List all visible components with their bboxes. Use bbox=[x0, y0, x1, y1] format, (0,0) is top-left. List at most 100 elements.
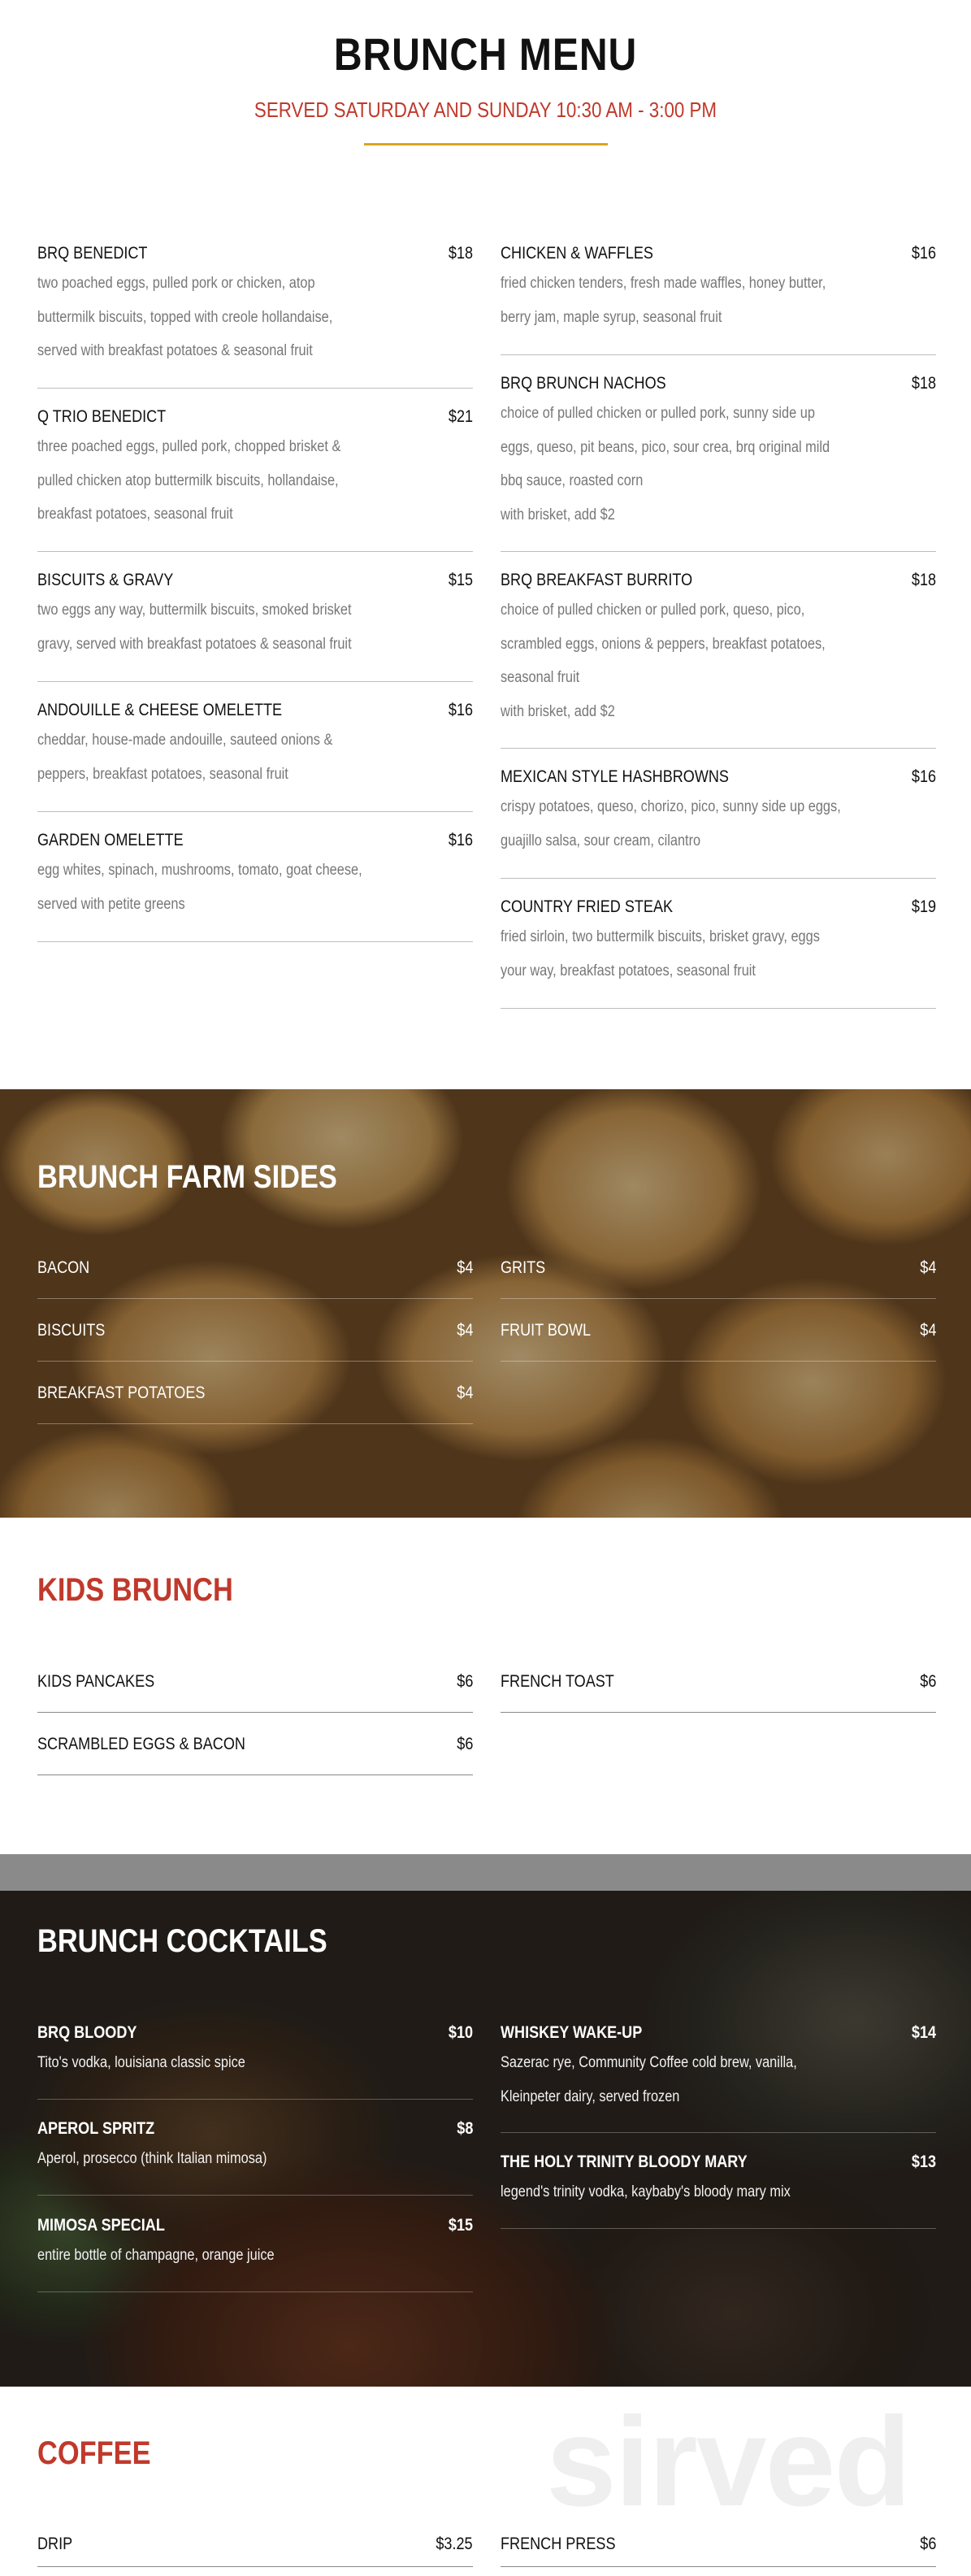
cocktails-section: BRUNCH COCKTAILS BRQ BLOODY $10 Tito's vo… bbox=[0, 1891, 971, 2387]
watermark-logo: sirved bbox=[546, 2391, 912, 2533]
menu-item: BRQ BRUNCH NACHOS $18 choice of pulled ch… bbox=[501, 374, 936, 552]
menu-item: CHICKEN & WAFFLES $16 fried chicken tende… bbox=[501, 244, 936, 355]
coffee-item-name: FRENCH PRESS bbox=[501, 2535, 616, 2553]
menu-item-name: Q TRIO BENEDICT bbox=[37, 407, 167, 426]
cocktail-description: Tito's vodka, louisiana classic spice bbox=[37, 2054, 245, 2071]
menu-item-price: $19 bbox=[911, 897, 936, 916]
kids-item-name: KIDS PANCAKES bbox=[37, 1672, 155, 1691]
cocktail-name: BRQ BLOODY bbox=[37, 2023, 137, 2042]
kids-item-name: SCRAMBLED EGGS & BACON bbox=[37, 1735, 245, 1753]
side-item-name: FRUIT BOWL bbox=[501, 1321, 592, 1340]
cocktail-item: THE HOLY TRINITY BLOODY MARY $13 legend's… bbox=[501, 2152, 936, 2229]
cocktail-item: MIMOSA SPECIAL $15 entire bottle of champ… bbox=[37, 2216, 473, 2292]
coffee-item: DRIP $3.25 bbox=[37, 2535, 473, 2567]
kids-item-price: $6 bbox=[456, 1672, 473, 1691]
menu-item-name: CHICKEN & WAFFLES bbox=[501, 244, 653, 263]
page-title: BRUNCH MENU bbox=[333, 28, 638, 80]
menu-item-name: GARDEN OMELETTE bbox=[37, 831, 184, 849]
coffee-item-price: $6 bbox=[919, 2535, 936, 2553]
kids-item-price: $6 bbox=[919, 1672, 936, 1691]
menu-item-price: $16 bbox=[911, 244, 936, 263]
cocktail-price: $13 bbox=[911, 2152, 936, 2171]
cocktail-name: MIMOSA SPECIAL bbox=[37, 2216, 165, 2235]
menu-item: Q TRIO BENEDICT $21 three poached eggs, p… bbox=[37, 407, 473, 552]
cocktail-description: entire bottle of champagne, orange juice bbox=[37, 2247, 275, 2264]
side-item-name: GRITS bbox=[501, 1258, 546, 1277]
menu-item-description: choice of pulled chicken or pulled pork,… bbox=[501, 405, 830, 523]
cocktail-item: APEROL SPRITZ $8 Aperol, prosecco (think … bbox=[37, 2119, 473, 2196]
coffee-item-name: DRIP bbox=[37, 2535, 73, 2553]
menu-item-description: two eggs any way, buttermilk biscuits, s… bbox=[37, 602, 352, 653]
cocktail-item: WHISKEY WAKE-UP $14 Sazerac rye, Communit… bbox=[501, 2023, 936, 2133]
menu-item-description: fried chicken tenders, fresh made waffle… bbox=[501, 275, 826, 326]
cocktail-price: $15 bbox=[448, 2216, 473, 2235]
kids-item-name: FRENCH TOAST bbox=[501, 1672, 614, 1691]
coffee-heading: COFFEE bbox=[37, 2435, 151, 2471]
side-item-price: $4 bbox=[919, 1321, 936, 1340]
menu-item: MEXICAN STYLE HASHBROWNS $16 crispy potat… bbox=[501, 767, 936, 879]
menu-item-price: $15 bbox=[448, 571, 473, 589]
page-subtitle: SERVED SATURDAY AND SUNDAY 10:30 AM - 3:… bbox=[254, 98, 717, 122]
menu-item-name: BRQ BRUNCH NACHOS bbox=[501, 374, 666, 393]
cocktail-name: APEROL SPRITZ bbox=[37, 2119, 155, 2138]
menu-item-description: fried sirloin, two buttermilk biscuits, … bbox=[501, 928, 820, 980]
side-item-price: $4 bbox=[456, 1384, 473, 1402]
side-item-name: BACON bbox=[37, 1258, 90, 1277]
side-item-price: $4 bbox=[919, 1258, 936, 1277]
menu-item-description: crispy potatoes, queso, chorizo, pico, s… bbox=[501, 798, 841, 849]
sides-section: BRUNCH FARM SIDES BACON $4 BISCUITS $4 B… bbox=[0, 1089, 971, 1518]
side-item: GRITS $4 bbox=[501, 1258, 936, 1299]
menu-item: BRQ BENEDICT $18 two poached eggs, pulled… bbox=[37, 244, 473, 389]
menu-item: GARDEN OMELETTE $16 egg whites, spinach, … bbox=[37, 831, 473, 942]
menu-item-name: BRQ BENEDICT bbox=[37, 244, 148, 263]
menu-item-name: COUNTRY FRIED STEAK bbox=[501, 897, 674, 916]
menu-item-description: choice of pulled chicken or pulled pork,… bbox=[501, 602, 826, 720]
menu-item-name: ANDOUILLE & CHEESE OMELETTE bbox=[37, 701, 283, 719]
kids-item: FRENCH TOAST $6 bbox=[501, 1672, 936, 1713]
cocktails-heading: BRUNCH COCKTAILS bbox=[37, 1923, 327, 1959]
sides-heading: BRUNCH FARM SIDES bbox=[37, 1159, 337, 1195]
menu-item-name: BISCUITS & GRAVY bbox=[37, 571, 174, 589]
menu-item-price: $16 bbox=[448, 701, 473, 719]
menu-item: BISCUITS & GRAVY $15 two eggs any way, bu… bbox=[37, 571, 473, 682]
header-divider bbox=[364, 143, 608, 146]
menu-item-description: three poached eggs, pulled pork, chopped… bbox=[37, 438, 341, 523]
cocktail-description: Aperol, prosecco (think Italian mimosa) bbox=[37, 2150, 267, 2167]
kids-item: SCRAMBLED EGGS & BACON $6 bbox=[37, 1735, 473, 1775]
coffee-item-price: $3.25 bbox=[436, 2535, 473, 2553]
menu-item-price: $21 bbox=[448, 407, 473, 426]
menu-item: ANDOUILLE & CHEESE OMELETTE $16 cheddar, … bbox=[37, 701, 473, 812]
menu-item-description: cheddar, house-made andouille, sauteed o… bbox=[37, 732, 333, 783]
kids-item-price: $6 bbox=[456, 1735, 473, 1753]
menu-item-price: $18 bbox=[911, 374, 936, 393]
cocktail-price: $14 bbox=[911, 2023, 936, 2042]
cocktail-price: $10 bbox=[448, 2023, 473, 2042]
kids-item: KIDS PANCAKES $6 bbox=[37, 1672, 473, 1713]
menu-item-name: MEXICAN STYLE HASHBROWNS bbox=[501, 767, 729, 786]
side-item-price: $4 bbox=[456, 1321, 473, 1340]
cocktail-name: WHISKEY WAKE-UP bbox=[501, 2023, 643, 2042]
menu-item: BRQ BREAKFAST BURRITO $18 choice of pulle… bbox=[501, 571, 936, 749]
cocktail-price: $8 bbox=[456, 2119, 473, 2138]
menu-item: COUNTRY FRIED STEAK $19 fried sirloin, tw… bbox=[501, 897, 936, 1009]
menu-item-price: $18 bbox=[448, 244, 473, 263]
menu-item-price: $18 bbox=[911, 571, 936, 589]
cocktail-name: THE HOLY TRINITY BLOODY MARY bbox=[501, 2152, 748, 2171]
page-header: BRUNCH MENU SERVED SATURDAY AND SUNDAY 1… bbox=[0, 0, 971, 163]
coffee-item: FRENCH PRESS $6 bbox=[501, 2535, 936, 2567]
side-item-name: BREAKFAST POTATOES bbox=[37, 1384, 206, 1402]
kids-heading: KIDS BRUNCH bbox=[37, 1572, 233, 1608]
side-item-name: BISCUITS bbox=[37, 1321, 106, 1340]
side-item: FRUIT BOWL $4 bbox=[501, 1321, 936, 1362]
cocktails-top-band bbox=[0, 1854, 971, 1891]
cocktail-description: legend's trinity vodka, kaybaby's bloody… bbox=[501, 2183, 791, 2200]
side-item: BREAKFAST POTATOES $4 bbox=[37, 1384, 473, 1424]
menu-item-description: two poached eggs, pulled pork or chicken… bbox=[37, 275, 333, 359]
menu-item-description: egg whites, spinach, mushrooms, tomato, … bbox=[37, 862, 362, 913]
menu-item-price: $16 bbox=[911, 767, 936, 786]
side-item-price: $4 bbox=[456, 1258, 473, 1277]
menu-item-price: $16 bbox=[448, 831, 473, 849]
cocktail-description: Sazerac rye, Community Coffee cold brew,… bbox=[501, 2054, 797, 2105]
cocktail-item: BRQ BLOODY $10 Tito's vodka, louisiana cl… bbox=[37, 2023, 473, 2100]
side-item: BISCUITS $4 bbox=[37, 1321, 473, 1362]
